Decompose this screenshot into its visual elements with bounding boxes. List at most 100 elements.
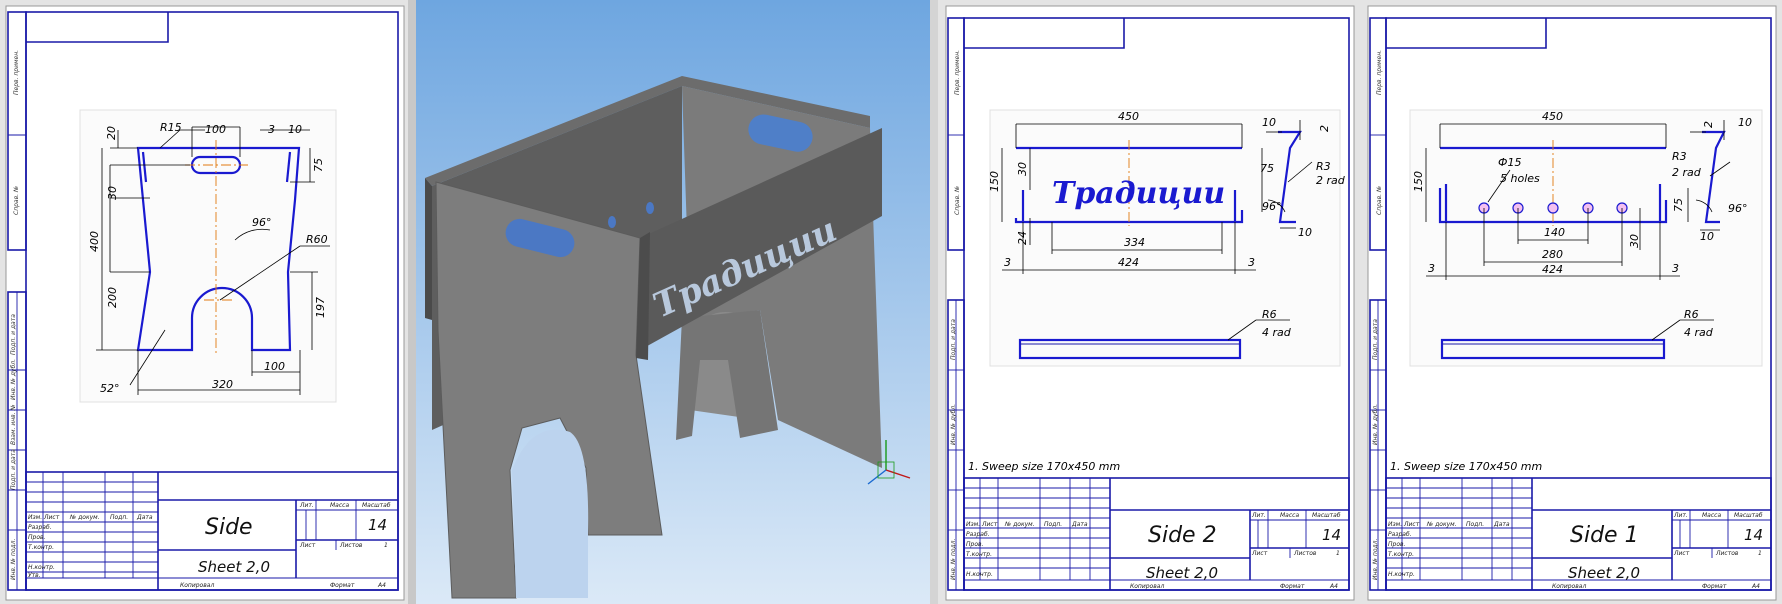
svg-text:Разраб.: Разраб. <box>1388 531 1412 538</box>
svg-text:Формат: Формат <box>1702 583 1727 590</box>
model-viewport[interactable]: Традиции <box>408 0 938 604</box>
cad-canvas: Перв. примен. Справ. № Подп. и дата Инв.… <box>0 0 1782 604</box>
dim-3-left: 3 <box>1428 262 1435 275</box>
svg-text:Подп. и дата: Подп. и дата <box>950 319 957 360</box>
svg-text:Копировал: Копировал <box>180 582 214 589</box>
svg-text:№ докум.: № докум. <box>1004 521 1035 528</box>
dim-96deg: 96° <box>1262 200 1282 213</box>
cad-workspace: Перв. примен. Справ. № Подп. и дата Инв.… <box>0 0 1782 604</box>
dim-197: 197 <box>314 297 327 318</box>
svg-text:Подп. и дата: Подп. и дата <box>1372 319 1379 360</box>
dim-r3: R3 <box>1316 160 1331 173</box>
dim-52deg: 52° <box>100 382 120 395</box>
dim-280: 280 <box>1542 248 1563 261</box>
svg-text:Н.контр.: Н.контр. <box>966 571 993 578</box>
dim-30: 30 <box>1628 234 1641 248</box>
svg-text:Пров.: Пров. <box>28 534 46 541</box>
dim-320: 320 <box>212 378 233 391</box>
svg-text:Лист: Лист <box>1251 550 1268 557</box>
svg-text:Подп.: Подп. <box>1466 521 1484 528</box>
svg-text:Т.контр.: Т.контр. <box>966 551 992 558</box>
svg-text:Утв.: Утв. <box>28 572 41 579</box>
svg-text:1: 1 <box>384 542 388 549</box>
svg-text:Лист: Лист <box>299 542 316 549</box>
drawing-sheet-side-1[interactable]: Перв. примен. Справ. № Подп. и дата Инв.… <box>1360 0 1782 604</box>
sheet-title: Side 2 <box>1148 523 1217 548</box>
dim-334: 334 <box>1124 236 1145 249</box>
svg-text:Инв. № подл.: Инв. № подл. <box>10 539 17 580</box>
dim-24: 24 <box>1016 231 1029 245</box>
svg-text:Подп.: Подп. <box>1044 521 1062 528</box>
svg-text:Справ. №: Справ. № <box>1376 186 1383 215</box>
dim-30: 30 <box>106 186 119 200</box>
dim-3: 3 <box>268 123 275 136</box>
dim-424: 424 <box>1118 256 1139 269</box>
dim-450: 450 <box>1542 110 1563 123</box>
dim-r6: R6 <box>1262 308 1277 321</box>
dim-2: 2 <box>1702 121 1715 128</box>
svg-text:Листов: Листов <box>339 542 363 549</box>
svg-text:Изм. Лист: Изм. Лист <box>28 514 60 521</box>
dim-r60: R60 <box>306 233 328 246</box>
svg-text:Масса: Масса <box>1702 512 1721 519</box>
tech-note: 1. Sweep size 170x450 mm <box>968 460 1120 473</box>
dim-450: 450 <box>1118 110 1139 123</box>
svg-text:Масштаб: Масштаб <box>362 502 391 509</box>
svg-text:Т.контр.: Т.контр. <box>28 544 54 551</box>
svg-text:Дата: Дата <box>1071 521 1088 528</box>
svg-text:Копировал: Копировал <box>1130 583 1164 590</box>
svg-text:Подп. и дата: Подп. и дата <box>10 449 17 490</box>
svg-text:Дата: Дата <box>1493 521 1510 528</box>
svg-text:Дата: Дата <box>136 514 153 521</box>
tech-note: 1. Sweep size 170x450 mm <box>1390 460 1542 473</box>
dim-75: 75 <box>1672 198 1685 212</box>
dim-10: 10 <box>1262 116 1276 129</box>
dim-140: 140 <box>1544 226 1565 239</box>
dim-75: 75 <box>1260 162 1274 175</box>
svg-text:Т.контр.: Т.контр. <box>1388 551 1414 558</box>
dim-400: 400 <box>88 231 101 252</box>
svg-text:Инв. № подл.: Инв. № подл. <box>1372 539 1379 580</box>
svg-text:Масштаб: Масштаб <box>1312 512 1341 519</box>
drawing-sheet-side[interactable]: Перв. примен. Справ. № Подп. и дата Инв.… <box>0 0 408 604</box>
dim-20: 20 <box>105 126 118 140</box>
dim-3-left: 3 <box>1004 256 1011 269</box>
dim-phi15: Ф15 <box>1498 156 1521 169</box>
svg-text:Перв. примен.: Перв. примен. <box>954 50 961 95</box>
svg-text:A4: A4 <box>1329 583 1338 590</box>
svg-text:Формат: Формат <box>330 582 355 589</box>
sheet-name: Sheet 2,0 <box>198 558 270 576</box>
sheet-name: Sheet 2,0 <box>1568 564 1640 582</box>
svg-text:1: 1 <box>1336 550 1340 557</box>
sheet-number: 14 <box>368 516 387 534</box>
sheet-title: Side <box>205 515 253 540</box>
svg-text:Лит.: Лит. <box>299 502 314 509</box>
dim-10: 10 <box>1738 116 1752 129</box>
dim-4rad: 4 rad <box>1262 326 1292 339</box>
svg-text:Справ. №: Справ. № <box>954 186 961 215</box>
dim-424: 424 <box>1542 263 1563 276</box>
cutout-logo: Традиции <box>1052 176 1225 211</box>
svg-text:Масса: Масса <box>330 502 349 509</box>
dim-2: 2 <box>1318 125 1331 132</box>
dim-150: 150 <box>1412 171 1425 192</box>
dim-10b: 10 <box>1700 230 1714 243</box>
svg-text:Лит.: Лит. <box>1251 512 1266 519</box>
dim-3-right: 3 <box>1672 262 1679 275</box>
dim-10: 10 <box>288 123 302 136</box>
svg-text:Копировал: Копировал <box>1552 583 1586 590</box>
dim-96deg: 96° <box>1728 202 1748 215</box>
svg-text:Изм. Лист: Изм. Лист <box>966 521 998 528</box>
dim-100-bottom: 100 <box>264 360 285 373</box>
dim-10b: 10 <box>1298 226 1312 239</box>
svg-text:Пров.: Пров. <box>966 541 984 548</box>
svg-text:Листов: Листов <box>1293 550 1317 557</box>
svg-text:Масса: Масса <box>1280 512 1299 519</box>
svg-text:Справ. №: Справ. № <box>13 186 20 215</box>
svg-text:Листов: Листов <box>1715 550 1739 557</box>
sheet-number: 14 <box>1322 526 1341 544</box>
drawing-sheet-side-2[interactable]: Перв. примен. Справ. № Подп. и дата Инв.… <box>938 0 1360 604</box>
sheet-name: Sheet 2,0 <box>1146 564 1218 582</box>
svg-text:Перв. примен.: Перв. примен. <box>1376 50 1383 95</box>
svg-text:Перв. примен.: Перв. примен. <box>13 50 20 95</box>
